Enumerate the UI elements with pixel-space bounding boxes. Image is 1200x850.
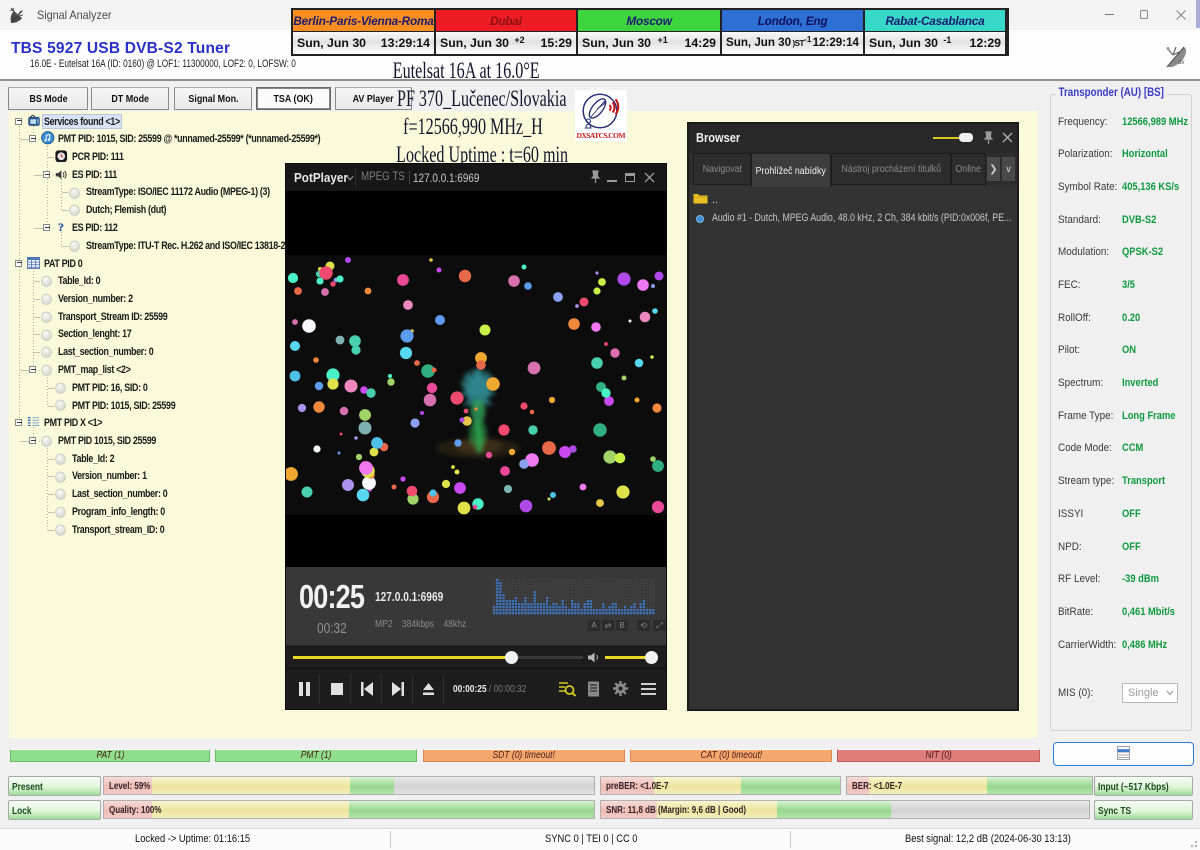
svg-text:?: ?	[58, 220, 64, 234]
svg-text:DXSATCS.COM: DXSATCS.COM	[577, 131, 626, 140]
svg-text:dx: dx	[1178, 60, 1185, 66]
